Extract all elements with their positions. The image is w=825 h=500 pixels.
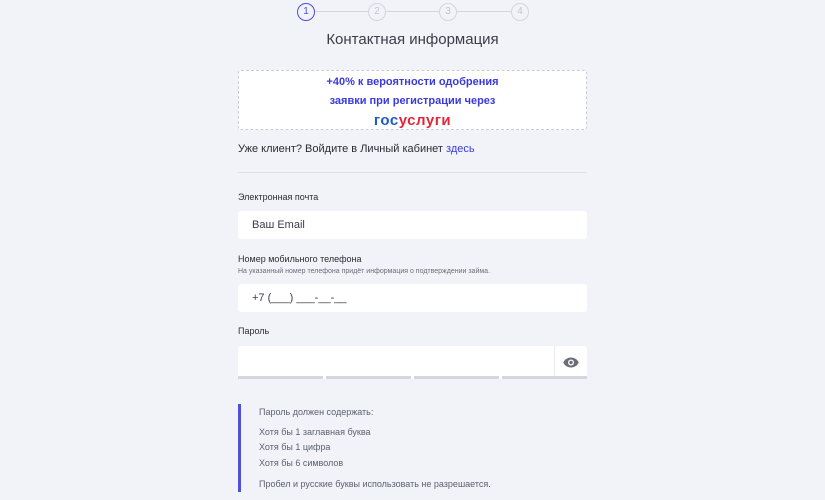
- strength-segment: [326, 376, 411, 379]
- requirements-note: Пробел и русские буквы использовать не р…: [259, 479, 491, 489]
- email-field[interactable]: Ваш Email: [238, 211, 587, 239]
- existing-client-prompt: Уже клиент? Войдите в Личный кабинет зде…: [238, 143, 475, 155]
- page-title: Контактная информация: [326, 31, 499, 48]
- eye-icon: [563, 357, 579, 368]
- gosuslugi-logo[interactable]: госуслуги: [239, 112, 586, 130]
- password-label: Пароль: [238, 326, 270, 336]
- gosuslugi-logo-part-1: гос: [373, 112, 399, 129]
- phone-label: Номер мобильного телефона: [238, 254, 362, 264]
- phone-mask-value: +7 (___) ___-__-__: [252, 292, 347, 304]
- strength-segment: [414, 376, 499, 379]
- requirements-title: Пароль должен содержать:: [259, 407, 374, 417]
- strength-segment: [238, 376, 323, 379]
- password-field[interactable]: [238, 346, 587, 379]
- promo-text-line-1: +40% к вероятности одобрения: [326, 76, 499, 88]
- email-label: Электронная почта: [238, 192, 319, 202]
- step-4: 4: [511, 3, 529, 21]
- stepper-connector: [315, 11, 368, 12]
- show-password-toggle[interactable]: [554, 346, 587, 379]
- step-2: 2: [368, 3, 386, 21]
- gosuslugi-logo-part-2: услуги: [398, 112, 452, 129]
- requirement-item: Хотя бы 6 символов: [259, 458, 344, 468]
- password-requirements: Пароль должен содержать: Хотя бы 1 загла…: [238, 404, 587, 492]
- password-strength-meter: [238, 376, 587, 379]
- requirement-item: Хотя бы 1 цифра: [259, 442, 331, 452]
- phone-hint: На указанный номер телефона придёт инфор…: [238, 268, 491, 275]
- stepper-connector: [457, 11, 511, 12]
- requirement-item: Хотя бы 1 заглавная буква: [259, 427, 371, 437]
- existing-client-text: Уже клиент? Войдите в Личный кабинет: [238, 143, 443, 155]
- step-3: 3: [439, 3, 457, 21]
- phone-field[interactable]: +7 (___) ___-__-__: [238, 284, 587, 312]
- gosuslugi-promo-banner[interactable]: +40% к вероятности одобрения заявки при …: [238, 70, 587, 130]
- login-here-link[interactable]: здесь: [446, 143, 475, 155]
- step-1: 1: [297, 3, 315, 21]
- strength-segment: [502, 376, 587, 379]
- promo-text-line-2: заявки при регистрации через: [329, 95, 496, 107]
- progress-stepper: 1 2 3 4: [297, 3, 529, 21]
- email-placeholder: Ваш Email: [252, 219, 305, 231]
- section-divider: [238, 172, 587, 173]
- stepper-connector: [386, 11, 439, 12]
